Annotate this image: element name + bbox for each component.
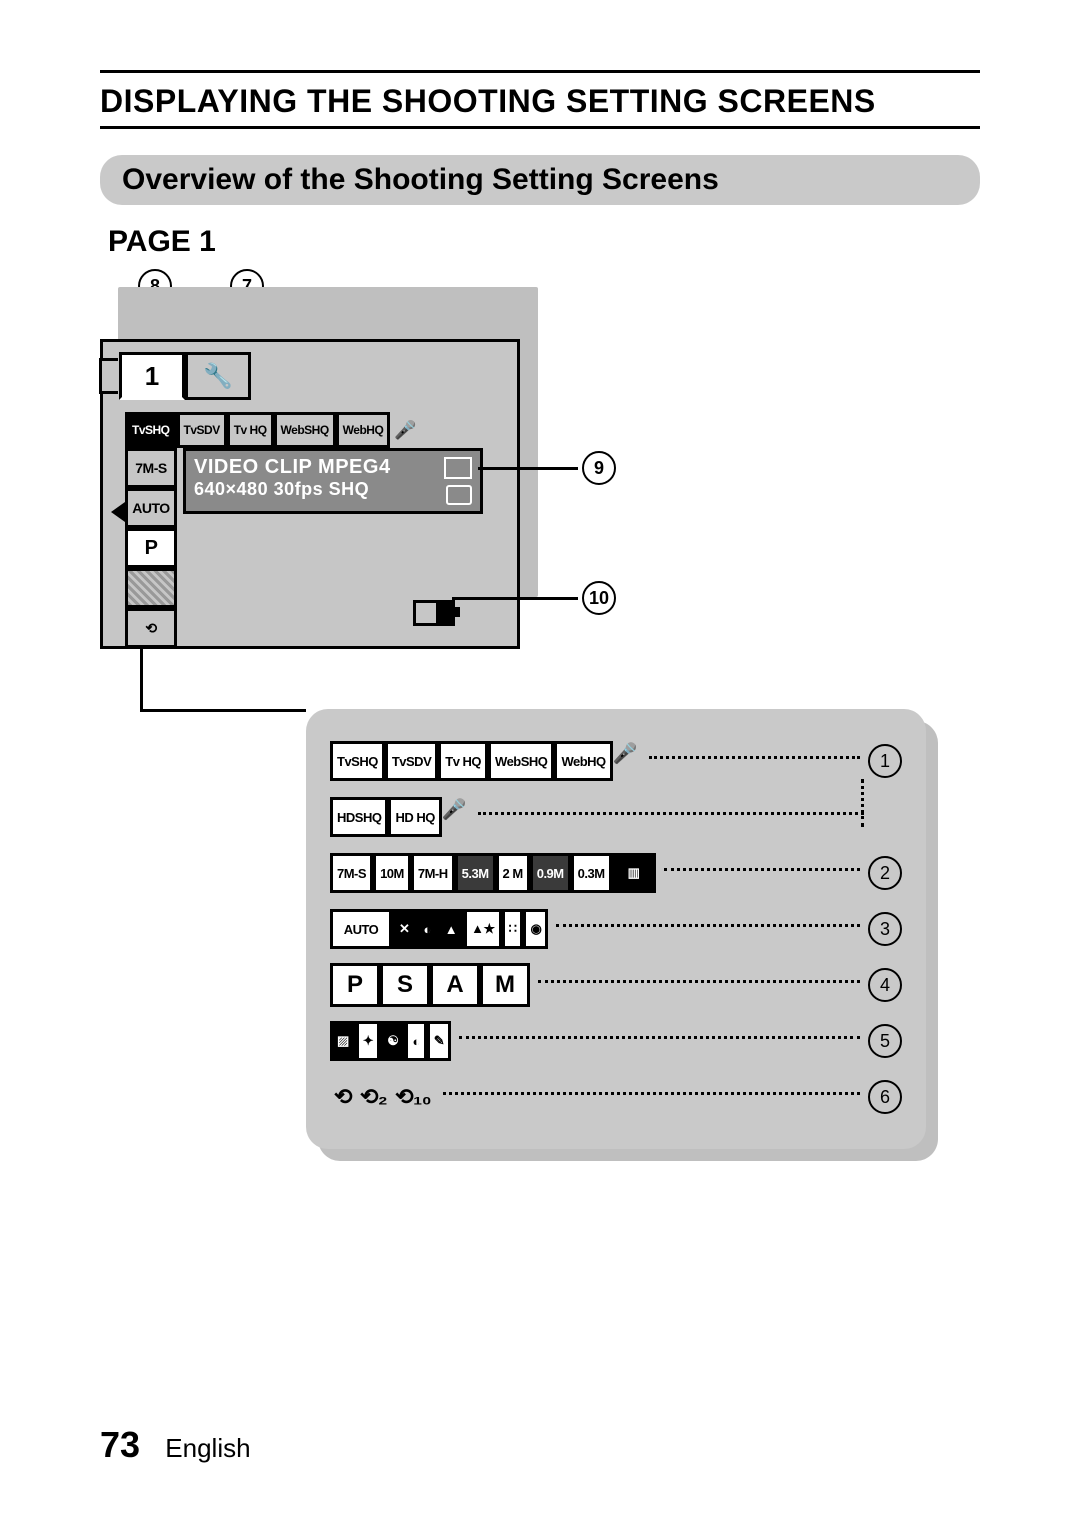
left-item-auto: AUTO: [125, 488, 177, 528]
callout-3: 3: [868, 912, 902, 946]
filter-cosmetic-icon: ✦: [356, 1021, 380, 1061]
left-menu-column: 7M-S AUTO P ⟲: [125, 448, 177, 648]
dotted-leader: [459, 1036, 860, 1039]
filter-mono-icon: ☯: [380, 1021, 405, 1061]
battery-icon: [413, 600, 455, 626]
size-0-9m: 0.9M: [530, 853, 571, 893]
opt-webshq: WebSHQ: [274, 412, 336, 448]
opt-tvshq: TvSHQ: [125, 412, 177, 448]
dotted-leader: [538, 980, 860, 983]
scene-night-icon: ◐: [416, 909, 437, 949]
callout-10: 10: [582, 581, 616, 615]
opt-webhq: WebHQ: [336, 412, 391, 448]
left-item-7ms: 7M-S: [125, 448, 177, 488]
section-heading: Overview of the Shooting Setting Screens: [100, 155, 980, 205]
microphone-icon: 🎤: [390, 412, 420, 448]
opt-tvsdv: TvSDV: [385, 741, 438, 781]
selftimer-10s-icon: ⟲₁₀: [391, 1080, 435, 1114]
left-arrow-icon: [111, 502, 125, 522]
selftimer-off-icon: ⟲: [330, 1080, 356, 1114]
leader-line: [452, 597, 578, 600]
left-item-filter: [125, 568, 177, 608]
tab-setup: 🔧: [185, 352, 251, 400]
dotted-leader: [478, 812, 864, 815]
scene-portrait-icon: ▲: [438, 909, 464, 949]
callout-1: 1: [868, 744, 902, 778]
legend-row-4: P S A M 4: [330, 965, 902, 1005]
size-7ms: 7M-S: [330, 853, 373, 893]
mode-p: P: [330, 963, 380, 1007]
page-label: PAGE 1: [108, 225, 980, 259]
dotted-leader: [443, 1092, 860, 1095]
language-label: English: [165, 1433, 250, 1463]
legend-row-2: 7M-S 10M 7M-H 5.3M 2 M 0.9M 0.3M ▥ 2: [330, 853, 902, 893]
page-number: 73: [100, 1424, 140, 1465]
opt-hdhq: HD HQ: [388, 797, 441, 837]
mode-a: A: [430, 963, 480, 1007]
dotted-leader: [649, 756, 860, 759]
opt-tvhq: Tv HQ: [227, 412, 274, 448]
desc-line1: VIDEO CLIP MPEG4: [194, 455, 472, 479]
legend-panel: TvSHQ TvSDV Tv HQ WebSHQ WebHQ 🎤 1 HDSHQ…: [306, 709, 926, 1149]
scene-lamp-icon: ◉: [523, 909, 548, 949]
dotted-leader: [664, 868, 860, 871]
opt-tvshq: TvSHQ: [330, 741, 385, 781]
size-7mh: 7M-H: [411, 853, 455, 893]
size-0-3m: 0.3M: [571, 853, 612, 893]
leader-line: [140, 649, 143, 709]
dotted-leader: [556, 924, 860, 927]
lcd-screen: 1 🔧 TvSHQ TvSDV Tv HQ WebSHQ WebHQ 🎤 7M-…: [100, 339, 520, 649]
size-seq-icon: ▥: [612, 853, 656, 893]
page-title: DISPLAYING THE SHOOTING SETTING SCREENS: [100, 83, 980, 120]
opt-tvsdv: TvSDV: [177, 412, 227, 448]
leader-line: [140, 709, 306, 712]
legend-row-3: AUTO ✕ ◐ ▲ ▲★ ∷ ◉ 3: [330, 909, 902, 949]
selection-description: VIDEO CLIP MPEG4 640×480 30fps SHQ: [183, 448, 483, 514]
legend-row-5: ▨ ✦ ☯ ◐ ✎ 5: [330, 1021, 902, 1061]
callout-9: 9: [582, 451, 616, 485]
wrench-icon: 🔧: [203, 362, 233, 391]
diagram: 8 7 1 🔧 TvSHQ TvSDV Tv HQ WebSHQ: [100, 269, 970, 1269]
desc-line2: 640×480 30fps SHQ: [194, 479, 472, 501]
legend-row-1b: HDSHQ HD HQ 🎤: [330, 797, 902, 837]
opt-webshq: WebSHQ: [488, 741, 554, 781]
legend-row-1a: TvSHQ TvSDV Tv HQ WebSHQ WebHQ 🎤 1: [330, 741, 902, 781]
size-2m: 2 M: [496, 853, 530, 893]
selftimer-2s-icon: ⟲₂: [356, 1080, 391, 1114]
size-5-3m: 5.3M: [455, 853, 496, 893]
scene-nightportrait-icon: ▲★: [464, 909, 502, 949]
size-10m: 10M: [373, 853, 411, 893]
filter-sepia-icon: ◐: [405, 1021, 426, 1061]
video-quality-row: TvSHQ TvSDV Tv HQ WebSHQ WebHQ 🎤: [125, 412, 495, 448]
callout-6: 6: [868, 1080, 902, 1114]
mode-m: M: [480, 963, 530, 1007]
filter-none-icon: ▨: [330, 1021, 356, 1061]
left-item-timer: ⟲: [125, 608, 177, 648]
leader-line: [478, 467, 578, 470]
opt-tvhq: Tv HQ: [438, 741, 488, 781]
callout-4: 4: [868, 968, 902, 1002]
videocam-icon: [444, 457, 472, 479]
callout-5: 5: [868, 1024, 902, 1058]
microphone-icon: 🎤: [613, 741, 641, 781]
page-footer: 73 English: [100, 1424, 251, 1466]
tab-1: 1: [119, 352, 185, 400]
scene-sports-icon: ✕: [392, 909, 416, 949]
scene-snow-icon: ∷: [502, 909, 524, 949]
callout-2: 2: [868, 856, 902, 890]
scene-auto: AUTO: [330, 909, 392, 949]
filter-sketch-icon: ✎: [427, 1021, 451, 1061]
opt-webhq: WebHQ: [554, 741, 612, 781]
opt-hdshq: HDSHQ: [330, 797, 388, 837]
camera-icon: [446, 485, 472, 505]
legend-row-6: ⟲ ⟲₂ ⟲₁₀ 6: [330, 1077, 902, 1117]
left-item-p: P: [125, 528, 177, 568]
mode-s: S: [380, 963, 430, 1007]
tab-page-indicator: [99, 358, 118, 394]
microphone-icon: 🎤: [442, 797, 470, 837]
